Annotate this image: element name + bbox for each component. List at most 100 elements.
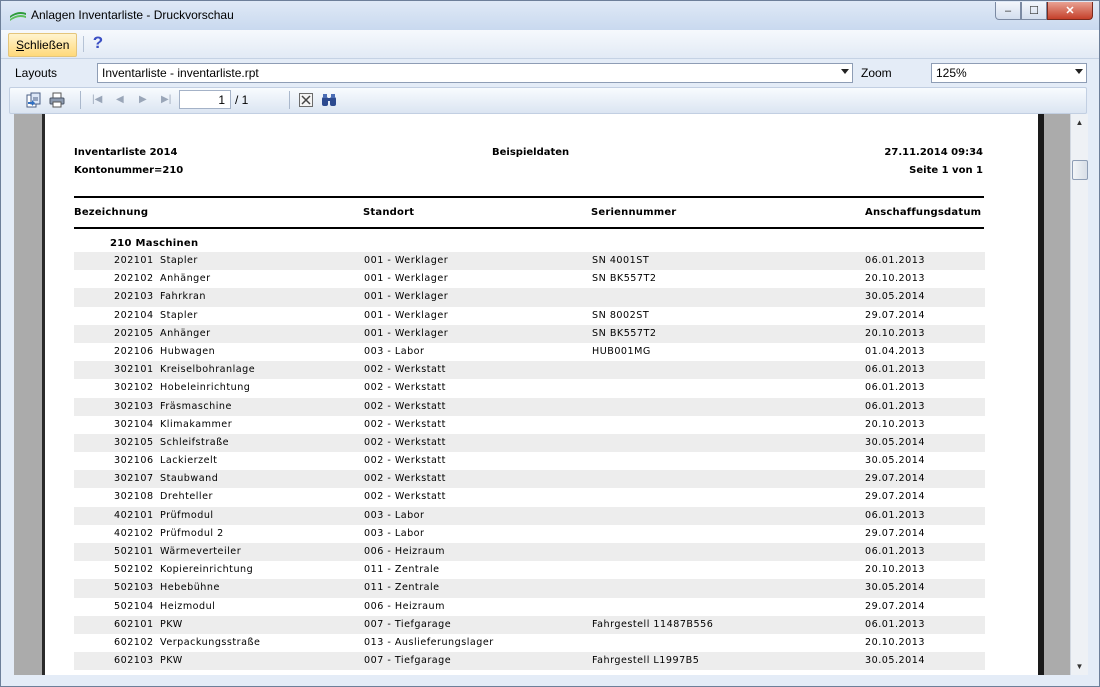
asset-date: 29.07.2014 <box>865 491 925 503</box>
asset-date: 01.04.2013 <box>865 345 925 357</box>
print-preview-window: Anlagen Inventarliste - Druckvorschau ‒ … <box>0 0 1100 687</box>
asset-number: 202103 <box>114 291 154 303</box>
zoom-dropdown[interactable]: 125% <box>931 63 1087 83</box>
asset-date: 06.01.2013 <box>865 618 925 630</box>
asset-name: Hubwagen <box>160 345 216 357</box>
column-header-bezeichnung: Bezeichnung <box>74 207 149 218</box>
zoom-label: Zoom <box>861 66 892 80</box>
table-row: 602101 PKW 007 - Tiefgarage Fahrgestell 114… <box>74 615 985 634</box>
asset-number: 202102 <box>114 273 154 285</box>
asset-location: 007 - Tiefgarage <box>364 618 452 630</box>
chevron-down-icon <box>841 69 849 74</box>
asset-number: 302105 <box>114 436 154 448</box>
table-row: 202106 Hubwagen 003 - Labor HUB001MG 01.04.2… <box>74 343 985 361</box>
asset-name: Hobeleinrichtung <box>160 382 251 394</box>
maximize-button[interactable]: ☐ <box>1021 2 1047 20</box>
report-datetime: 27.11.2014 09:34 <box>884 147 983 158</box>
asset-name: Prüfmodul 2 <box>160 527 224 539</box>
export-icon[interactable] <box>25 92 41 108</box>
table-row: 402102 Prüfmodul 2 003 - Labor 29.07.2014 <box>74 525 985 543</box>
next-page-icon[interactable]: ▶ <box>139 94 147 105</box>
asset-name: Klimakammer <box>160 418 233 430</box>
last-page-icon[interactable]: ▶| <box>161 94 171 105</box>
close-preview-icon[interactable] <box>298 92 314 108</box>
asset-location: 003 - Labor <box>364 527 425 539</box>
asset-date: 29.07.2014 <box>865 473 925 485</box>
table-row: 302108 Drehteller 002 - Werkstatt 29.07.201… <box>74 488 985 506</box>
layouts-dropdown[interactable]: Inventarliste - inventarliste.rpt <box>97 63 853 83</box>
page-number-input[interactable]: 1 <box>179 90 231 109</box>
print-icon[interactable] <box>49 92 65 108</box>
asset-date: 30.05.2014 <box>865 291 925 303</box>
asset-serial: HUB001MG <box>592 345 651 357</box>
asset-number: 202101 <box>114 255 154 266</box>
asset-location: 001 - Werklager <box>364 327 449 339</box>
asset-number: 502104 <box>114 600 154 612</box>
table-row: 402101 Prüfmodul 003 - Labor 06.01.2013 <box>74 506 985 525</box>
asset-name: Stapler <box>160 309 198 321</box>
first-page-icon[interactable]: |◀ <box>92 94 102 105</box>
asset-name: Schleifstraße <box>160 436 230 448</box>
zoom-selected-value: 125% <box>936 66 967 80</box>
asset-date: 30.05.2014 <box>865 436 925 448</box>
scroll-down-icon[interactable]: ▼ <box>1071 658 1088 675</box>
asset-name: Wärmeverteiler <box>160 546 242 557</box>
menu-separator <box>83 36 84 52</box>
minimize-button[interactable]: ‒ <box>995 2 1021 20</box>
table-row: 202104 Stapler 001 - Werklager SN 8002ST 29.… <box>74 307 985 325</box>
asset-location: 011 - Zentrale <box>364 564 440 576</box>
asset-location: 002 - Werkstatt <box>364 436 446 448</box>
table-row: 202101 Stapler 001 - Werklager SN 4001ST 06.… <box>74 252 985 271</box>
asset-location: 002 - Werkstatt <box>364 364 446 376</box>
asset-location: 001 - Werklager <box>364 273 449 285</box>
prev-page-icon[interactable]: ◀ <box>116 94 124 105</box>
report-page-info: Seite 1 von 1 <box>909 165 983 176</box>
table-row: 502102 Kopiereinrichtung 011 - Zentrale 20.… <box>74 561 985 579</box>
asset-date: 06.01.2013 <box>865 255 925 266</box>
group-header: 210 Maschinen <box>110 238 199 249</box>
asset-number: 602102 <box>114 636 154 648</box>
asset-number: 502103 <box>114 582 154 594</box>
help-icon[interactable]: ? <box>90 34 106 52</box>
asset-name: PKW <box>160 655 183 667</box>
asset-date: 20.10.2013 <box>865 273 925 285</box>
asset-location: 001 - Werklager <box>364 309 449 321</box>
asset-serial: Fahrgestell L1997B5 <box>592 655 700 667</box>
report-title: Inventarliste 2014 <box>74 147 178 158</box>
vertical-scrollbar[interactable]: ▲ ▼ <box>1070 114 1088 675</box>
report-preview-area[interactable]: Inventarliste 2014 Kontonummer=210 Beisp… <box>14 114 1070 675</box>
asset-location: 002 - Werkstatt <box>364 418 446 430</box>
asset-date: 06.01.2013 <box>865 509 925 521</box>
asset-name: Prüfmodul <box>160 509 214 521</box>
asset-date: 30.05.2014 <box>865 455 925 467</box>
table-row: 302105 Schleifstraße 002 - Werkstatt 30.05.… <box>74 433 985 453</box>
asset-date: 29.07.2014 <box>865 527 925 539</box>
asset-location: 006 - Heizraum <box>364 600 445 612</box>
chevron-down-icon <box>1075 69 1083 74</box>
search-icon[interactable] <box>321 92 337 108</box>
asset-number: 202104 <box>114 309 154 321</box>
layouts-label: Layouts <box>15 66 58 80</box>
scrollbar-thumb[interactable] <box>1072 160 1088 180</box>
asset-number: 602101 <box>114 618 154 630</box>
asset-location: 002 - Werkstatt <box>364 491 446 503</box>
asset-date: 30.05.2014 <box>865 582 925 594</box>
asset-name: PKW <box>160 618 183 630</box>
asset-name: Anhänger <box>160 327 211 339</box>
close-window-button[interactable]: ✕ <box>1047 2 1093 20</box>
report-page: Inventarliste 2014 Kontonummer=210 Beisp… <box>45 114 1038 675</box>
close-button[interactable]: Schließen <box>8 33 78 57</box>
window-title: Anlagen Inventarliste - Druckvorschau <box>31 8 234 22</box>
table-row: 302104 Klimakammer 002 - Werkstatt 20.10.20… <box>74 416 985 434</box>
asset-number: 302106 <box>114 455 154 467</box>
scroll-up-icon[interactable]: ▲ <box>1071 114 1088 131</box>
asset-date: 29.07.2014 <box>865 309 925 321</box>
table-row: 302107 Staubwand 002 - Werkstatt 29.07.2014 <box>74 470 985 489</box>
column-header-anschaffungsdatum: Anschaffungsdatum <box>865 207 982 218</box>
asset-number: 302102 <box>114 382 154 394</box>
close-button-mnemonic: S <box>16 38 25 52</box>
asset-date: 06.01.2013 <box>865 364 925 376</box>
asset-date: 20.10.2013 <box>865 327 925 339</box>
table-row: 302103 Fräsmaschine 002 - Werkstatt 06.01.2… <box>74 397 985 416</box>
table-row: 502104 Heizmodul 006 - Heizraum 29.07.2014 <box>74 598 985 616</box>
